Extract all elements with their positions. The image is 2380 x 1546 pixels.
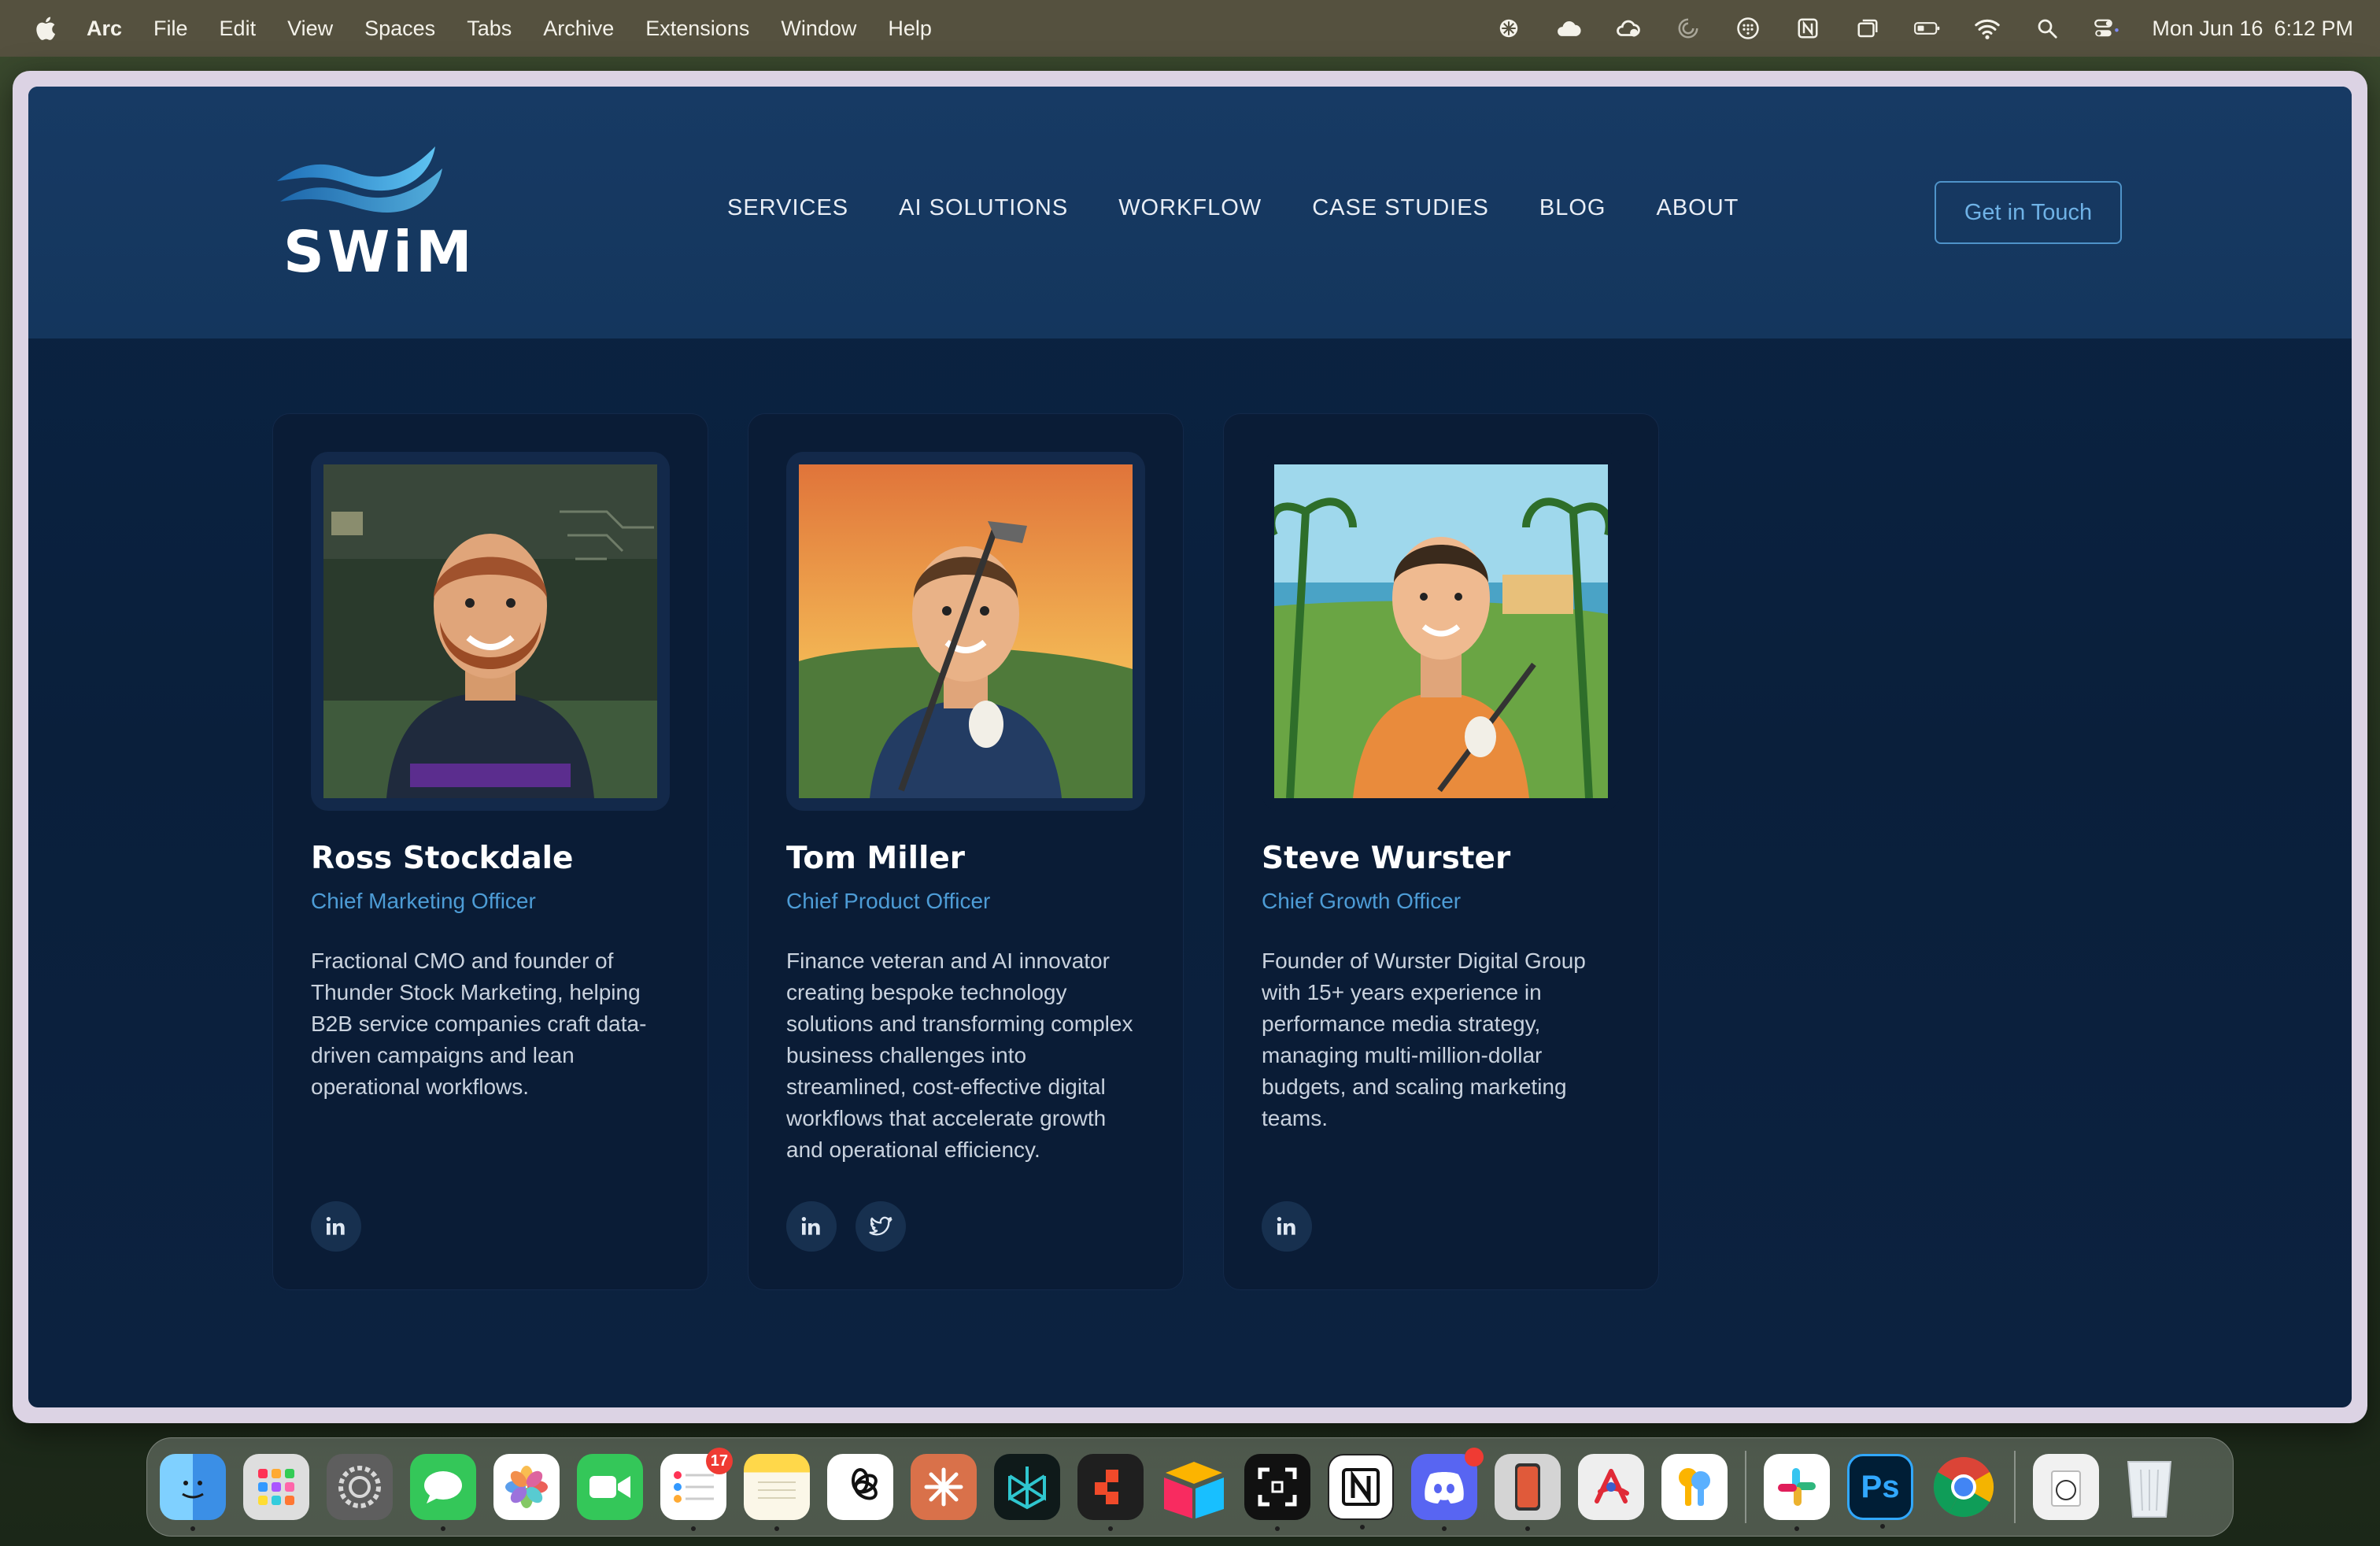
- system-settings-icon[interactable]: [327, 1454, 393, 1520]
- team-card: Tom Miller Chief Product Officer Finance…: [748, 413, 1184, 1290]
- member-name: Steve Wurster: [1262, 841, 1511, 876]
- social-links: [786, 1201, 906, 1252]
- team-cards: Ross Stockdale Chief Marketing Officer F…: [272, 413, 1659, 1290]
- linkedin-icon: [1277, 1217, 1295, 1235]
- linkedin-link[interactable]: [786, 1201, 837, 1252]
- iphone-mirroring-icon[interactable]: [1495, 1454, 1561, 1531]
- nav-workflow[interactable]: WORKFLOW: [1118, 195, 1262, 221]
- window-manager-icon[interactable]: [1853, 15, 1883, 42]
- twitter-icon: [869, 1216, 893, 1236]
- browser-window: SWiM SERVICES AI SOLUTIONS WORKFLOW CASE…: [13, 71, 2367, 1423]
- member-name: Tom Miller: [786, 841, 966, 876]
- nav-blog[interactable]: BLOG: [1539, 195, 1606, 221]
- member-role: Chief Marketing Officer: [311, 889, 536, 913]
- nav-services[interactable]: SERVICES: [727, 195, 848, 221]
- twitter-link[interactable]: [856, 1201, 906, 1252]
- airtable-icon[interactable]: [1161, 1454, 1227, 1520]
- spotlight-search-icon[interactable]: [2032, 15, 2062, 42]
- tom-portrait-image: [799, 464, 1133, 798]
- linkedin-icon: [801, 1217, 820, 1235]
- notion-icon[interactable]: [1328, 1454, 1394, 1529]
- member-bio: Founder of Wurster Digital Group with 15…: [1262, 949, 1586, 1130]
- notion-status-icon[interactable]: [1793, 15, 1823, 42]
- reminders-icon[interactable]: 17: [660, 1448, 733, 1531]
- menubar-date[interactable]: Mon Jun 16: [2152, 17, 2263, 41]
- photos-icon[interactable]: [493, 1454, 560, 1520]
- menu-file[interactable]: File: [153, 17, 188, 41]
- wave-logo-icon: [277, 146, 442, 213]
- menu-help[interactable]: Help: [888, 17, 932, 41]
- portrait-frame: [1262, 452, 1621, 811]
- team-card: Steve Wurster Chief Growth Officer Found…: [1223, 413, 1659, 1290]
- linkedin-link[interactable]: [311, 1201, 361, 1252]
- menubar-time[interactable]: 6:12 PM: [2274, 17, 2353, 41]
- member-role: Chief Product Officer: [786, 889, 991, 913]
- messages-icon[interactable]: [410, 1454, 476, 1531]
- member-bio: Finance veteran and AI innovator creatin…: [786, 949, 1133, 1162]
- cloud-sync-icon[interactable]: [1613, 15, 1643, 42]
- photoshop-icon[interactable]: Ps: [1847, 1454, 1913, 1529]
- logo-text: SWiM: [283, 219, 475, 285]
- battery-icon[interactable]: [1913, 15, 1942, 42]
- facetime-icon[interactable]: [577, 1454, 643, 1520]
- finder-icon[interactable]: [160, 1454, 226, 1531]
- grid-dots-icon[interactable]: [1733, 15, 1763, 42]
- get-in-touch-button[interactable]: Get in Touch: [1935, 181, 2122, 244]
- main-nav: SERVICES AI SOLUTIONS WORKFLOW CASE STUD…: [727, 195, 1739, 221]
- nav-case-studies[interactable]: CASE STUDIES: [1312, 195, 1489, 221]
- claude-icon[interactable]: [911, 1454, 977, 1520]
- menu-bar: Arc File Edit View Spaces Tabs Archive E…: [0, 0, 2380, 57]
- downloads-stack-icon[interactable]: [2033, 1454, 2099, 1520]
- screenshot-tool-icon[interactable]: [1244, 1454, 1310, 1531]
- menu-edit[interactable]: Edit: [220, 17, 257, 41]
- reminders-badge: 17: [705, 1448, 733, 1474]
- portrait-frame: [311, 452, 670, 811]
- social-links: [1262, 1201, 1312, 1252]
- ross-portrait-image: [323, 464, 657, 798]
- member-bio: Fractional CMO and founder of Thunder St…: [311, 949, 647, 1099]
- notes-icon[interactable]: [744, 1454, 810, 1531]
- dock-separator: [2014, 1451, 2016, 1523]
- apple-menu-icon[interactable]: [33, 15, 57, 42]
- anydesk-icon[interactable]: [1077, 1454, 1144, 1531]
- menu-window[interactable]: Window: [781, 17, 856, 41]
- perplexity-status-icon[interactable]: [1494, 15, 1524, 42]
- team-card: Ross Stockdale Chief Marketing Officer F…: [272, 413, 708, 1290]
- menu-spaces[interactable]: Spaces: [364, 17, 435, 41]
- chrome-icon[interactable]: [1931, 1454, 1997, 1520]
- portrait-frame: [786, 452, 1145, 811]
- trash-icon[interactable]: [2116, 1454, 2182, 1520]
- slack-icon[interactable]: [1764, 1454, 1830, 1531]
- menu-archive[interactable]: Archive: [543, 17, 614, 41]
- swim-logo[interactable]: SWiM: [274, 140, 472, 285]
- linkedin-link[interactable]: [1262, 1201, 1312, 1252]
- member-name: Ross Stockdale: [311, 841, 574, 876]
- dock: 17 Ps: [146, 1437, 2234, 1537]
- site-header: SWiM SERVICES AI SOLUTIONS WORKFLOW CASE…: [28, 87, 2352, 338]
- menu-extensions[interactable]: Extensions: [645, 17, 749, 41]
- member-role: Chief Growth Officer: [1262, 889, 1462, 913]
- dock-separator: [1745, 1451, 1746, 1523]
- launchpad-icon[interactable]: [243, 1454, 309, 1520]
- acrobat-icon[interactable]: [1578, 1454, 1644, 1520]
- cloud-icon[interactable]: [1554, 15, 1584, 42]
- passwords-icon[interactable]: [1661, 1454, 1728, 1520]
- control-center-icon[interactable]: [2092, 15, 2122, 42]
- web-page: SWiM SERVICES AI SOLUTIONS WORKFLOW CASE…: [28, 87, 2352, 1407]
- photoshop-label: Ps: [1861, 1469, 1900, 1504]
- steve-portrait-image: [1274, 464, 1608, 798]
- wifi-icon[interactable]: [1972, 15, 2002, 42]
- discord-badge: [1465, 1448, 1484, 1466]
- app-name-menu[interactable]: Arc: [87, 17, 122, 41]
- menu-tabs[interactable]: Tabs: [467, 17, 512, 41]
- spiral-icon[interactable]: [1673, 15, 1703, 42]
- nav-about[interactable]: ABOUT: [1657, 195, 1739, 221]
- chatgpt-icon[interactable]: [827, 1454, 893, 1520]
- perplexity-icon[interactable]: [994, 1454, 1060, 1520]
- discord-icon[interactable]: [1411, 1448, 1484, 1531]
- social-links: [311, 1201, 361, 1252]
- menu-view[interactable]: View: [287, 17, 333, 41]
- linkedin-icon: [326, 1217, 345, 1235]
- nav-ai-solutions[interactable]: AI SOLUTIONS: [899, 195, 1068, 221]
